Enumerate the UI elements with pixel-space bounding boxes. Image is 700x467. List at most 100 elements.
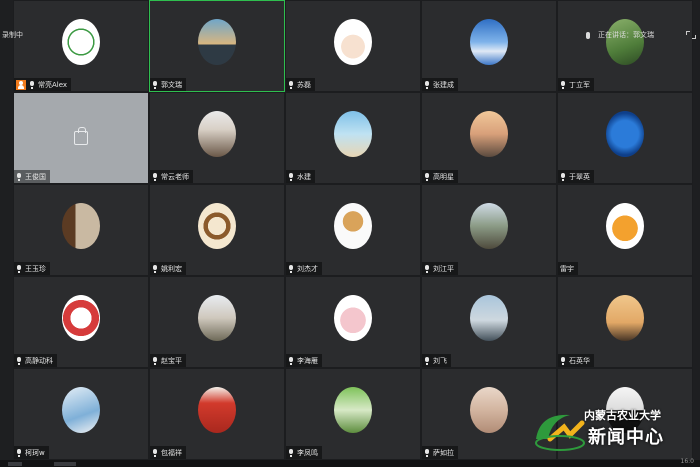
participant-tile[interactable]: 郭文瑞 xyxy=(149,0,285,92)
participant-avatar xyxy=(470,203,508,250)
mic-icon xyxy=(16,172,22,181)
participant-nameplate: 雷宇 xyxy=(558,262,578,275)
participant-tile[interactable]: 赵宝平 xyxy=(149,276,285,368)
participant-tile[interactable]: 王俊国 xyxy=(13,92,149,184)
participant-name: 王玉珍 xyxy=(25,264,46,273)
participant-nameplate: 柯珂w xyxy=(14,446,49,459)
participant-nameplate: 常亮Alex xyxy=(14,78,72,91)
watermark: 内蒙古农业大学 新闻中心 xyxy=(530,401,700,463)
participant-tile[interactable]: 丁立军 xyxy=(557,0,693,92)
participant-name: 刘飞 xyxy=(433,356,447,365)
participant-name: 水建 xyxy=(297,172,311,181)
camera-off-icon xyxy=(74,126,88,145)
mic-icon xyxy=(560,80,566,89)
participant-avatar xyxy=(470,19,508,66)
participant-name: 常云老师 xyxy=(161,172,189,181)
participant-nameplate: 苏磊 xyxy=(286,78,315,91)
participant-tile[interactable]: 刘杰才 xyxy=(285,184,421,276)
participant-tile[interactable]: 王玉珍 xyxy=(13,184,149,276)
mic-icon xyxy=(288,172,294,181)
mic-icon xyxy=(16,356,22,365)
mic-icon xyxy=(152,172,158,181)
participant-tile[interactable]: 刘江平 xyxy=(421,184,557,276)
participant-avatar xyxy=(606,19,644,66)
host-icon xyxy=(16,79,26,90)
participant-nameplate: 于翠英 xyxy=(558,170,594,183)
participant-tile[interactable]: 石英华 xyxy=(557,276,693,368)
participant-name: 李海雁 xyxy=(297,356,318,365)
mic-icon xyxy=(152,356,158,365)
watermark-title: 内蒙古农业大学 xyxy=(584,409,661,422)
mic-icon xyxy=(424,172,430,181)
participant-avatar xyxy=(62,387,100,434)
participant-tile[interactable]: 常亮Alex xyxy=(13,0,149,92)
mic-icon xyxy=(152,80,158,89)
mic-icon xyxy=(560,172,566,181)
participant-nameplate: 李凤鸣 xyxy=(286,446,322,459)
mic-icon xyxy=(586,31,590,39)
participant-avatar xyxy=(606,111,644,158)
participant-avatar xyxy=(334,19,372,66)
participant-name: 高明星 xyxy=(433,172,454,181)
mic-icon xyxy=(288,448,294,457)
participant-tile[interactable]: 高明星 xyxy=(421,92,557,184)
participant-avatar xyxy=(470,387,508,434)
participant-avatar xyxy=(62,203,100,250)
participant-name: 常亮Alex xyxy=(38,80,68,89)
participant-tile[interactable]: 常云老师 xyxy=(149,92,285,184)
participant-tile[interactable]: 水建 xyxy=(285,92,421,184)
participant-tile[interactable]: 刘飞 xyxy=(421,276,557,368)
participant-name: 李凤鸣 xyxy=(297,448,318,457)
participant-avatar xyxy=(62,295,100,342)
participant-avatar xyxy=(62,19,100,66)
participant-name: 赵宝平 xyxy=(161,356,182,365)
participant-tile[interactable]: 高静动科 xyxy=(13,276,149,368)
mic-icon xyxy=(16,264,22,273)
participant-tile[interactable]: 苏磊 xyxy=(285,0,421,92)
participant-tile[interactable]: 李海雁 xyxy=(285,276,421,368)
mic-icon xyxy=(16,448,22,457)
participant-name: 郭文瑞 xyxy=(161,80,182,89)
participant-avatar xyxy=(334,295,372,342)
participant-nameplate: 郭文瑞 xyxy=(150,78,186,91)
participant-name: 苏磊 xyxy=(297,80,311,89)
participant-name: 丁立军 xyxy=(569,80,590,89)
participant-nameplate: 高静动科 xyxy=(14,354,57,367)
participant-tile[interactable]: 张建成 xyxy=(421,0,557,92)
expand-icon[interactable] xyxy=(686,31,696,39)
participant-tile[interactable]: 雷宇 xyxy=(557,184,693,276)
participant-nameplate: 常云老师 xyxy=(150,170,193,183)
mic-icon xyxy=(424,448,430,457)
participant-nameplate: 刘飞 xyxy=(422,354,451,367)
participant-nameplate: 李海雁 xyxy=(286,354,322,367)
mic-icon xyxy=(560,356,566,365)
participant-nameplate: 姚利宏 xyxy=(150,262,186,275)
taskbar: 16:0 xyxy=(0,458,700,467)
participant-tile[interactable]: 姚利宏 xyxy=(149,184,285,276)
participant-avatar xyxy=(606,295,644,342)
participant-tile[interactable]: 柯珂w xyxy=(13,368,149,460)
participant-avatar xyxy=(606,203,644,250)
mic-icon xyxy=(288,356,294,365)
participant-nameplate: 萨如拉 xyxy=(422,446,458,459)
participant-avatar xyxy=(198,19,236,66)
participant-tile[interactable]: 李凤鸣 xyxy=(285,368,421,460)
taskbar-item[interactable] xyxy=(8,462,22,466)
taskbar-clock: 16:0 xyxy=(680,458,694,465)
participant-nameplate: 王玉珍 xyxy=(14,262,50,275)
participant-name: 萨如拉 xyxy=(433,448,454,457)
participant-avatar xyxy=(334,111,372,158)
taskbar-item[interactable] xyxy=(54,462,76,466)
participant-avatar xyxy=(470,111,508,158)
participant-avatar xyxy=(334,203,372,250)
participant-name: 刘杰才 xyxy=(297,264,318,273)
participant-tile[interactable]: 包福祥 xyxy=(149,368,285,460)
participant-name: 姚利宏 xyxy=(161,264,182,273)
participant-nameplate: 刘江平 xyxy=(422,262,458,275)
participant-avatar xyxy=(198,295,236,342)
participant-nameplate: 石英华 xyxy=(558,354,594,367)
mic-icon xyxy=(288,80,294,89)
participant-nameplate: 张建成 xyxy=(422,78,458,91)
recording-indicator[interactable]: 录制中 xyxy=(2,30,23,40)
participant-tile[interactable]: 于翠英 xyxy=(557,92,693,184)
